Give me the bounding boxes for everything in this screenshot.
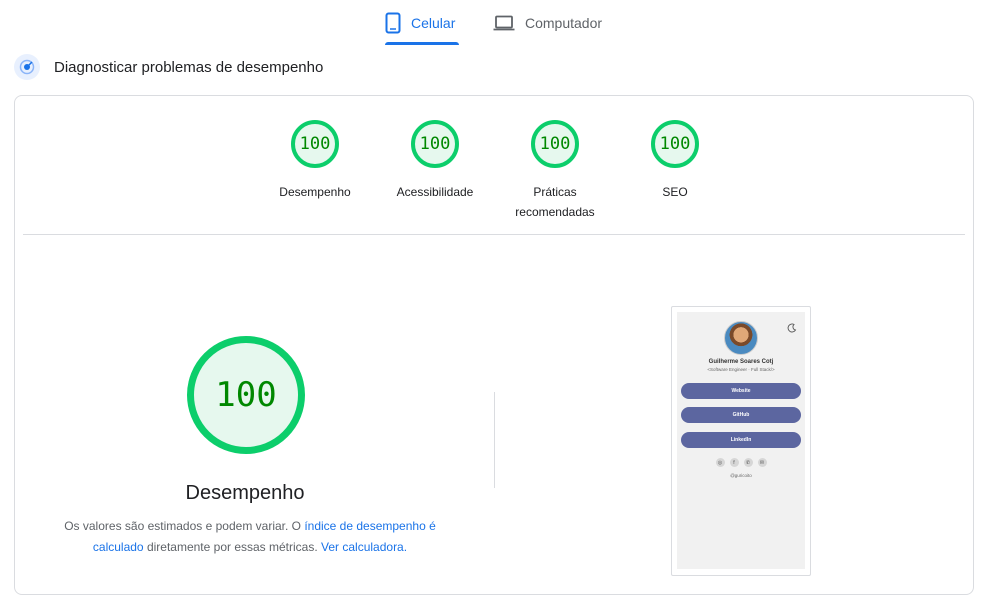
screenshot-content: Guilherme Soares Cotj <Software Engineer… — [677, 312, 805, 569]
gauge-accessibility[interactable]: 100 Acessibilidade — [380, 120, 490, 202]
moon-icon — [787, 320, 797, 338]
desc-text: diretamente por essas métricas. — [143, 540, 322, 554]
gauge-label: Desempenho — [279, 185, 351, 199]
tab-desktop-label: Computador — [525, 15, 603, 31]
instagram-icon: ◎ — [715, 458, 725, 467]
facebook-icon: f — [729, 458, 739, 467]
tab-desktop[interactable]: Computador — [493, 0, 602, 46]
gauge-label: Práticas recomendadas — [515, 185, 595, 219]
report-card: 100 Desempenho 100 Acessibilidade 100 Pr… — [14, 95, 974, 595]
pagespeed-icon — [14, 54, 40, 80]
gauge-best-practices[interactable]: 100 Práticas recomendadas — [500, 120, 610, 222]
website-button: Website — [681, 383, 801, 399]
device-tabs: Celular Computador — [0, 0, 985, 46]
phone-icon — [385, 12, 401, 34]
gauge-score: 100 — [531, 120, 579, 168]
mail-icon: ✉ — [757, 458, 767, 467]
github-button: GitHub — [681, 407, 801, 423]
desc-text: Os valores são estimados e podem variar.… — [64, 519, 305, 533]
calculator-link[interactable]: Ver calculadora. — [321, 540, 407, 554]
gauge-label: SEO — [662, 185, 688, 199]
gauge-score: 100 — [651, 120, 699, 168]
performance-description: Os valores são estimados e podem variar.… — [55, 516, 445, 558]
divider — [23, 234, 965, 235]
linkedin-button: LinkedIn — [681, 432, 801, 448]
tab-mobile-label: Celular — [411, 15, 456, 31]
gauge-label: Acessibilidade — [396, 185, 474, 199]
profile-role: <Software Engineer · Full Stack/> — [707, 367, 775, 372]
laptop-icon — [493, 15, 515, 31]
vertical-divider — [494, 392, 495, 488]
gauge-performance[interactable]: 100 Desempenho — [260, 120, 370, 202]
gauge-seo[interactable]: 100 SEO — [620, 120, 730, 202]
tab-mobile[interactable]: Celular — [385, 0, 459, 46]
performance-title: Desempenho — [185, 482, 305, 504]
profile-handle: @guricoito — [730, 473, 752, 478]
social-icons: ◎ f ✆ ✉ — [677, 458, 805, 467]
score-gauges: 100 Desempenho 100 Acessibilidade 100 Pr… — [15, 120, 973, 220]
avatar — [724, 321, 758, 355]
diagnose-header: Diagnosticar problemas de desempenho — [14, 54, 323, 80]
diagnose-title: Diagnosticar problemas de desempenho — [54, 58, 324, 76]
whatsapp-icon: ✆ — [743, 458, 753, 467]
final-screenshot: Guilherme Soares Cotj <Software Engineer… — [671, 306, 811, 576]
gauge-score: 100 — [291, 120, 339, 168]
profile-name: Guilherme Soares Cotj — [708, 359, 774, 365]
performance-score-gauge: 100 — [187, 336, 305, 454]
gauge-score: 100 — [411, 120, 459, 168]
